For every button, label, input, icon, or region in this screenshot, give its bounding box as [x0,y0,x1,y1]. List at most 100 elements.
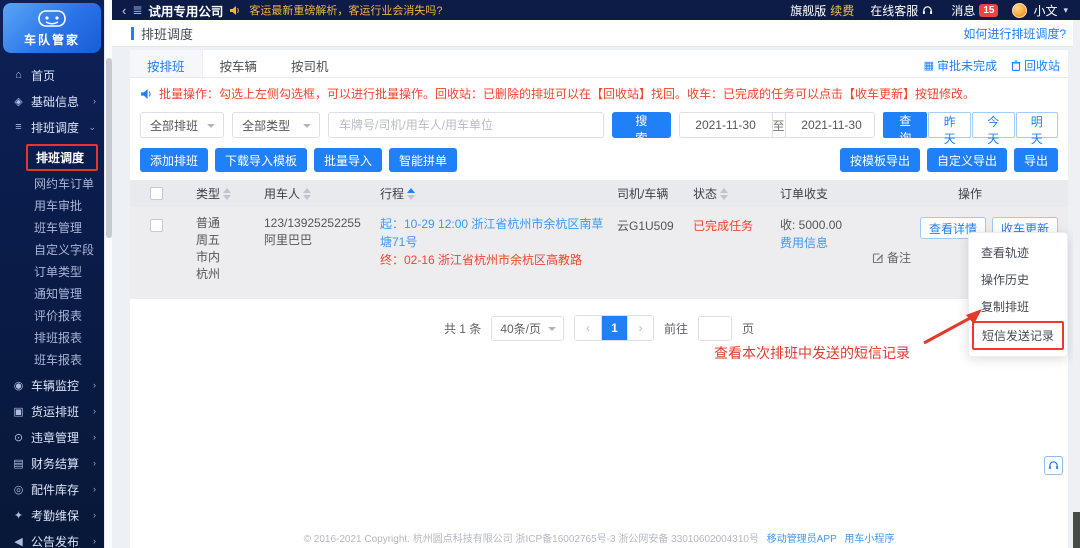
sidebar-item-freight-schedule[interactable]: ▣ 货运排班 › [0,398,104,424]
sidebar-item-vehicle-monitor[interactable]: ◉ 车辆监控 › [0,372,104,398]
submenu-item-custom-fields[interactable]: 自定义字段 [0,238,104,260]
sort-icon[interactable] [720,187,729,200]
page-size-select[interactable]: 40条/页 [491,315,564,341]
submenu-item-shuttle-mgmt[interactable]: 班车管理 [0,216,104,238]
sort-icon[interactable] [223,187,232,200]
grid-icon: ▦ [923,60,934,72]
fee-detail-link[interactable]: 费用信息 [780,234,872,253]
smart-merge-button[interactable]: 智能拼单 [389,148,458,172]
mini-program-link[interactable]: 用车小程序 [844,534,894,545]
sidebar-scrollbar-thumb[interactable] [106,58,112,238]
sort-icon-active[interactable] [407,187,416,200]
menu-item-operation-history[interactable]: 操作历史 [969,266,1067,293]
app-logo[interactable]: 车队管家 [3,3,101,53]
tab-by-vehicle[interactable]: 按车辆 [203,50,275,77]
announcement-text[interactable]: 客运最新重磅解析，客运行业会消失吗? [249,2,442,18]
export-by-template-button[interactable]: 按模板导出 [839,148,920,172]
page-scrollbar-thumb[interactable] [1073,512,1080,548]
submenu-item-order-types[interactable]: 订单类型 [0,260,104,282]
collapse-back-icon[interactable]: ‹ [122,3,126,18]
next-page-button[interactable]: › [627,316,653,340]
notice-speaker-icon [141,88,151,99]
current-page[interactable]: 1 [601,316,627,340]
date-from-input[interactable] [679,113,772,137]
annotation-arrow [923,309,982,345]
page-scrollbar[interactable] [1073,20,1080,548]
sidebar-item-home[interactable]: ⌂ 首页 [0,62,104,88]
plan-renew[interactable]: 旗舰版 续费 [790,2,854,19]
topbar: ‹ ≣ 试用专用公司 客运最新重磅解析，客运行业会消失吗? 旗舰版 续费 在线客服… [112,0,1080,20]
column-type[interactable]: 类型 [196,185,254,202]
sidebar-item-announcement[interactable]: ◀ 公告发布 › [0,528,104,548]
select-all-checkbox[interactable] [150,187,163,200]
sidebar-scrollbar[interactable] [104,0,112,548]
query-button[interactable]: 查询 [882,112,928,145]
submenu-item-scheduling[interactable]: 排班调度 [0,142,104,172]
filter-bar: 全部排班 全部类型 搜索 至 查询 昨天 今天 明天 [130,107,1068,146]
column-user[interactable]: 用车人 [264,185,374,202]
truck-icon: ▣ [13,405,24,418]
tomorrow-button[interactable]: 明天 [1015,112,1059,146]
org-list-icon[interactable]: ≣ [132,3,142,17]
username[interactable]: 小文 [1033,2,1057,19]
submenu-item-vehicle-approval[interactable]: 用车审批 [0,194,104,216]
batch-import-button[interactable]: 批量导入 [314,148,383,172]
renew-link[interactable]: 续费 [830,2,854,19]
submenu-item-ride-hailing-orders[interactable]: 网约车订单 [0,172,104,194]
tab-by-driver[interactable]: 按司机 [274,50,346,77]
approval-unfinished-link[interactable]: ▦ 审批未完成 [924,57,997,74]
prev-page-button[interactable]: ‹ [575,316,601,340]
fleet-logo-car-icon [38,9,66,27]
export-button[interactable]: 导出 [1013,148,1058,172]
sidebar-item-violation-mgmt[interactable]: ⊙ 违章管理 › [0,424,104,450]
type-filter-select[interactable]: 全部类型 [232,112,321,138]
column-order-money: 订单收支 [780,187,829,201]
trip-start-link[interactable]: 起：10-29 12:00 浙江省杭州市余杭区南草塘71号 [380,215,610,251]
submenu-item-shuttle-report[interactable]: 班车报表 [0,348,104,370]
tab-by-schedule[interactable]: 按排班 [130,50,203,77]
footer: © 2016-2021 Copyright. 杭州圆点科技有限公司 浙ICP备1… [130,530,1068,545]
plan-label: 旗舰版 [790,3,827,18]
menu-item-view-track[interactable]: 查看轨迹 [969,239,1067,266]
download-template-button[interactable]: 下载导入模板 [215,148,308,172]
messages[interactable]: 消息 15 [951,2,999,19]
title-accent-bar [131,26,134,40]
sidebar-item-scheduling[interactable]: ≡ 排班调度 ⌄ [0,114,104,140]
submenu-item-rating-report[interactable]: 评价报表 [0,304,104,326]
submenu-item-schedule-report[interactable]: 排班报表 [0,326,104,348]
online-service[interactable]: 在线客服 [870,2,933,19]
tab-bar: 按排班 按车辆 按司机 ▦ 审批未完成 回收站 [130,50,1068,78]
page-header: 排班调度 如何进行排班调度? [112,20,1080,47]
sidebar-item-parts-inventory[interactable]: ◎ 配件库存 › [0,476,104,502]
target-icon: ◎ [13,483,24,496]
help-link[interactable]: 如何进行排班调度? [963,25,1066,42]
schedule-filter-select[interactable]: 全部排班 [140,112,225,138]
today-button[interactable]: 今天 [971,112,1015,146]
column-trip[interactable]: 行程 [380,185,610,202]
column-status[interactable]: 状态 [693,185,772,202]
search-input[interactable] [328,112,605,138]
sort-icon[interactable] [303,187,312,200]
table-header: 类型 用车人 行程 司机/车辆 状态 订单收支 操作 [130,180,1068,207]
search-button[interactable]: 搜索 [612,112,671,145]
row-checkbox[interactable] [150,219,163,232]
sidebar-item-finance-settlement[interactable]: ▤ 财务结算 › [0,450,104,476]
user-avatar[interactable] [1012,2,1028,18]
submenu-item-notification-mgmt[interactable]: 通知管理 [0,282,104,304]
custom-export-button[interactable]: 自定义导出 [926,148,1007,172]
note-button[interactable]: 备注 [872,232,911,283]
sidebar-item-basic-info[interactable]: ◈ 基础信息 › [0,88,104,114]
floating-service-button[interactable] [1044,456,1063,475]
recycle-bin-link[interactable]: 回收站 [1011,57,1060,74]
mobile-admin-app-link[interactable]: 移动管理员APP [767,534,837,545]
total-count: 共 1 条 [443,321,482,336]
company-name[interactable]: 试用专用公司 [148,1,223,20]
sidebar-item-attendance-maintenance[interactable]: ✦ 考勤维保 › [0,502,104,528]
add-schedule-button[interactable]: 添加排班 [140,148,209,172]
date-to-input[interactable] [785,113,874,137]
goto-page-input[interactable] [698,315,733,341]
yesterday-button[interactable]: 昨天 [928,112,971,146]
user-menu-caret-icon[interactable]: ▾ [1063,5,1068,16]
annotation-text: 查看本次排班中发送的短信记录 [714,345,910,361]
chevron-right-icon: › [93,458,96,468]
